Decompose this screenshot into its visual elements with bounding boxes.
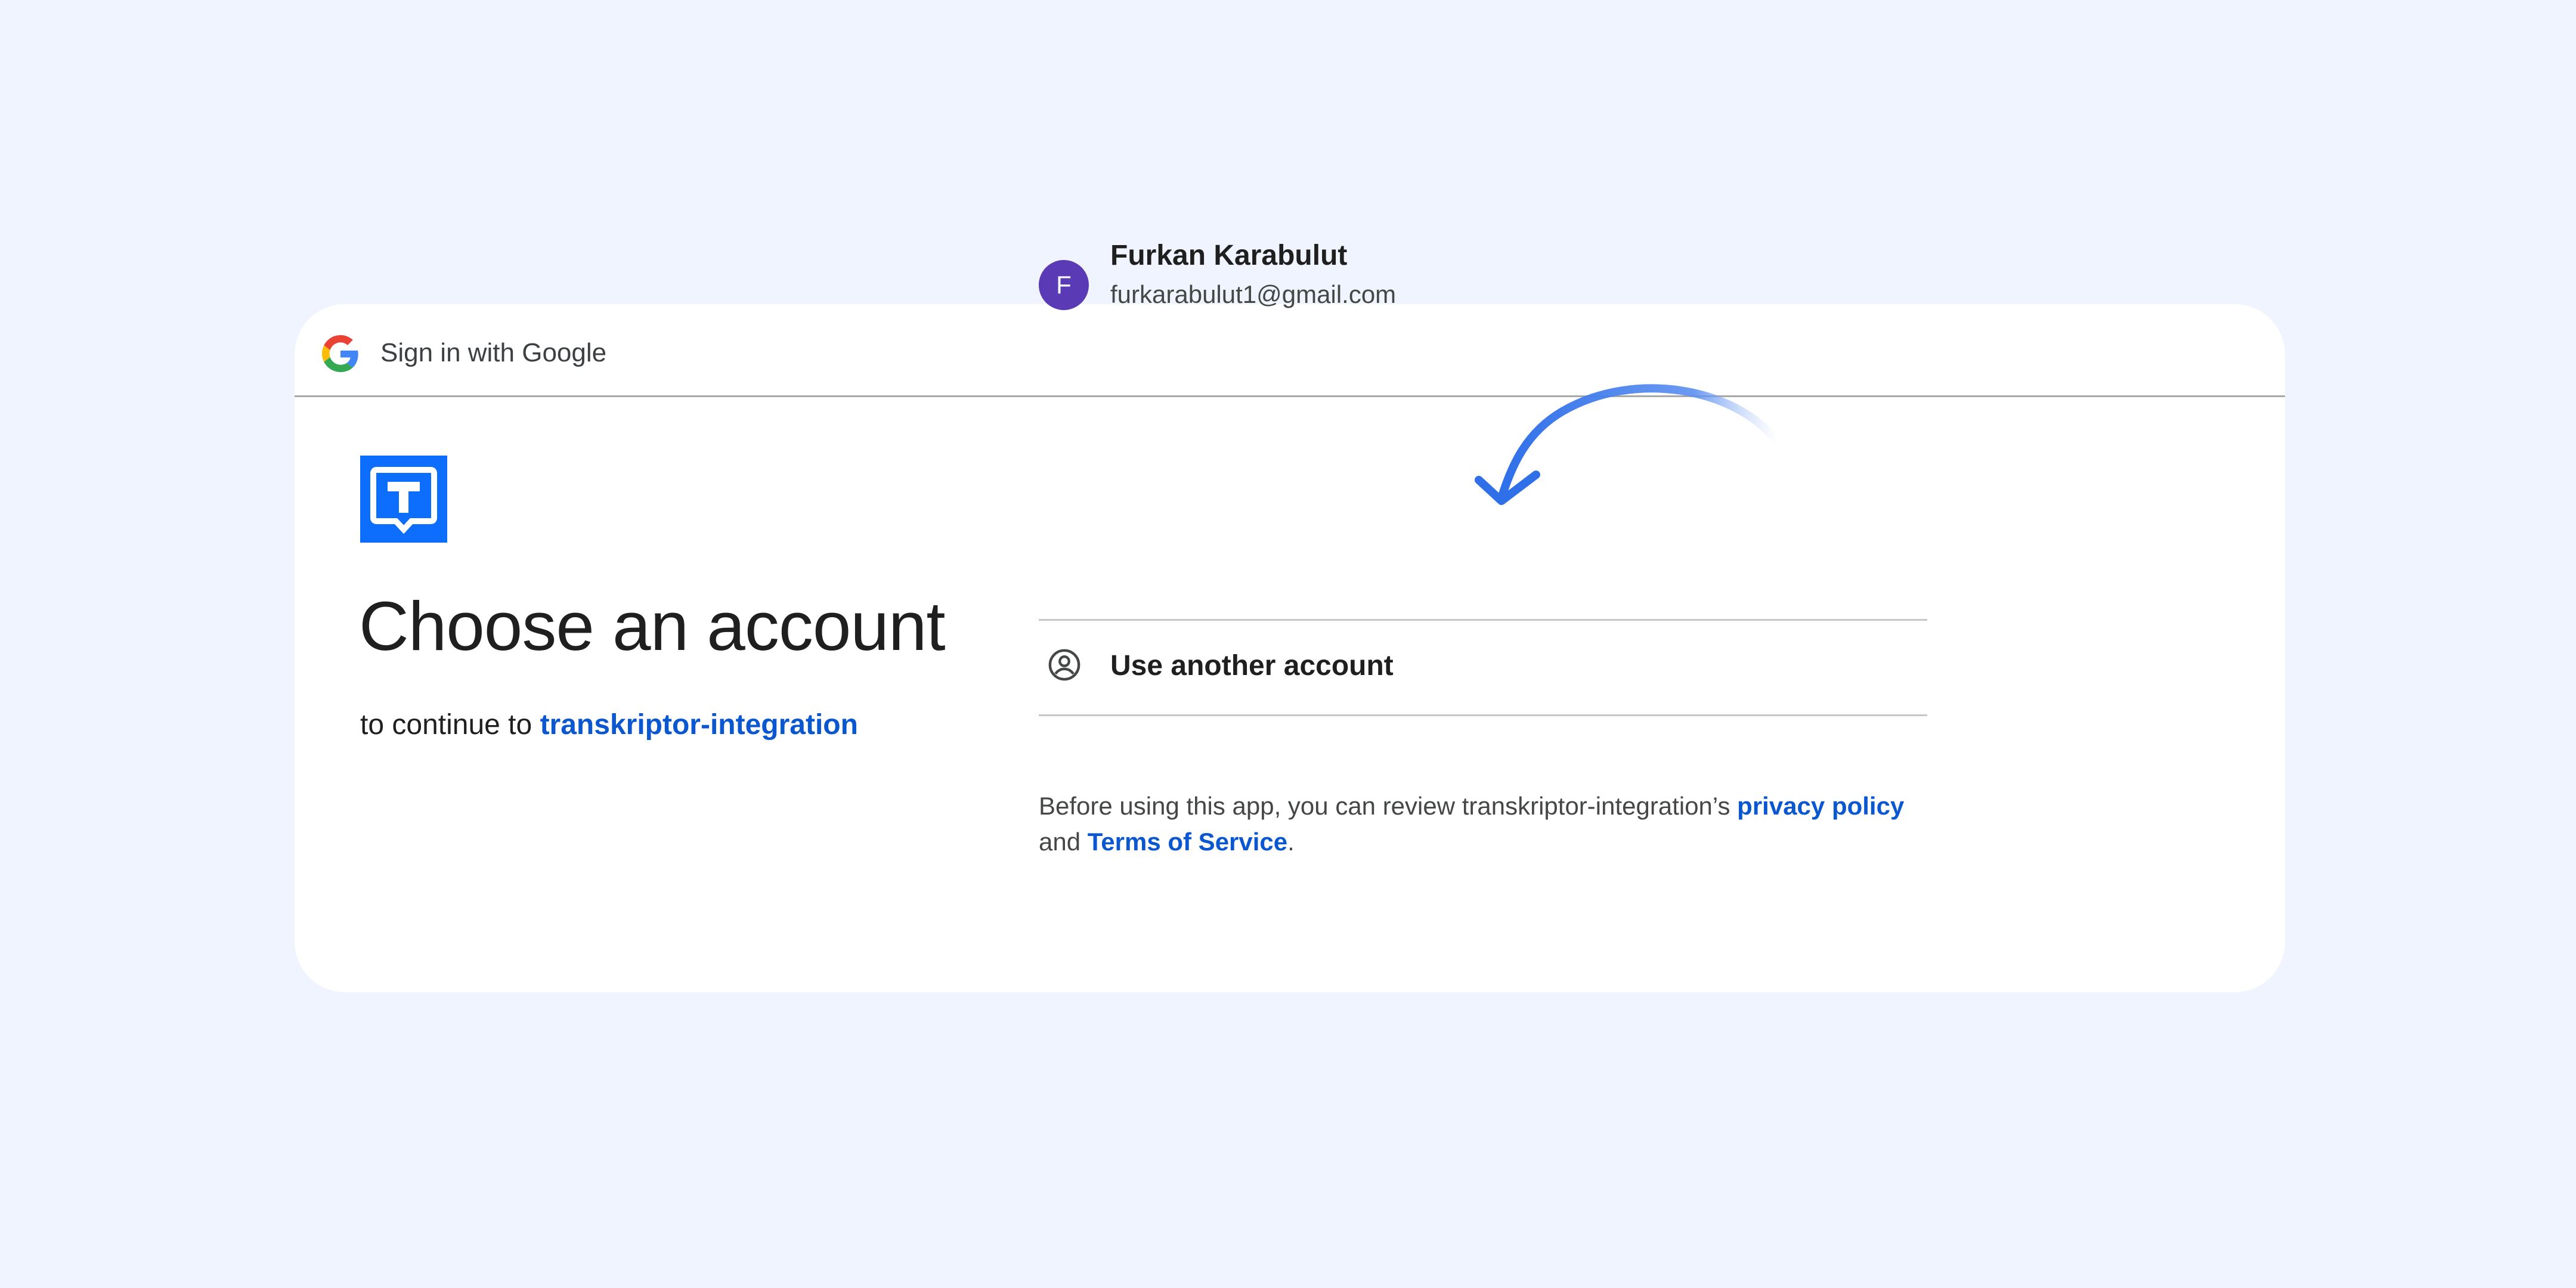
page-title: Choose an account [359,587,946,665]
card-header: Sign in with Google [295,304,2285,397]
use-another-account-button[interactable]: Use another account [1039,620,1927,713]
account-email: furkarabulut1@gmail.com [1110,280,1397,308]
continue-to-text: to continue to transkriptor-integration [360,707,858,743]
terms-of-service-link[interactable]: Terms of Service [1088,828,1287,856]
account-name: Furkan Karabulut [1110,240,1348,271]
account-item-furkan[interactable]: F Furkan Karabulut furkarabulut1@gmail.c… [1039,209,1927,316]
person-circle-icon [1048,649,1080,681]
disclaimer-period: . [1287,828,1295,856]
avatar: F [1039,260,1089,310]
continue-prefix: to continue to [360,709,532,741]
privacy-disclaimer: Before using this app, you can review tr… [1039,788,1945,860]
privacy-policy-link[interactable]: privacy policy [1737,792,1904,820]
use-another-account-label: Use another account [1110,650,1394,682]
disclaimer-text: Before using this app, you can review tr… [1039,792,1730,820]
disclaimer-and: and [1039,828,1081,856]
transkriptor-t-icon [360,456,447,543]
google-g-icon [322,335,358,372]
divider [1039,714,1927,716]
app-name-link[interactable]: transkriptor-integration [540,709,858,741]
header-title: Sign in with Google [380,338,607,367]
hand-drawn-arrow-icon [1475,384,1781,505]
